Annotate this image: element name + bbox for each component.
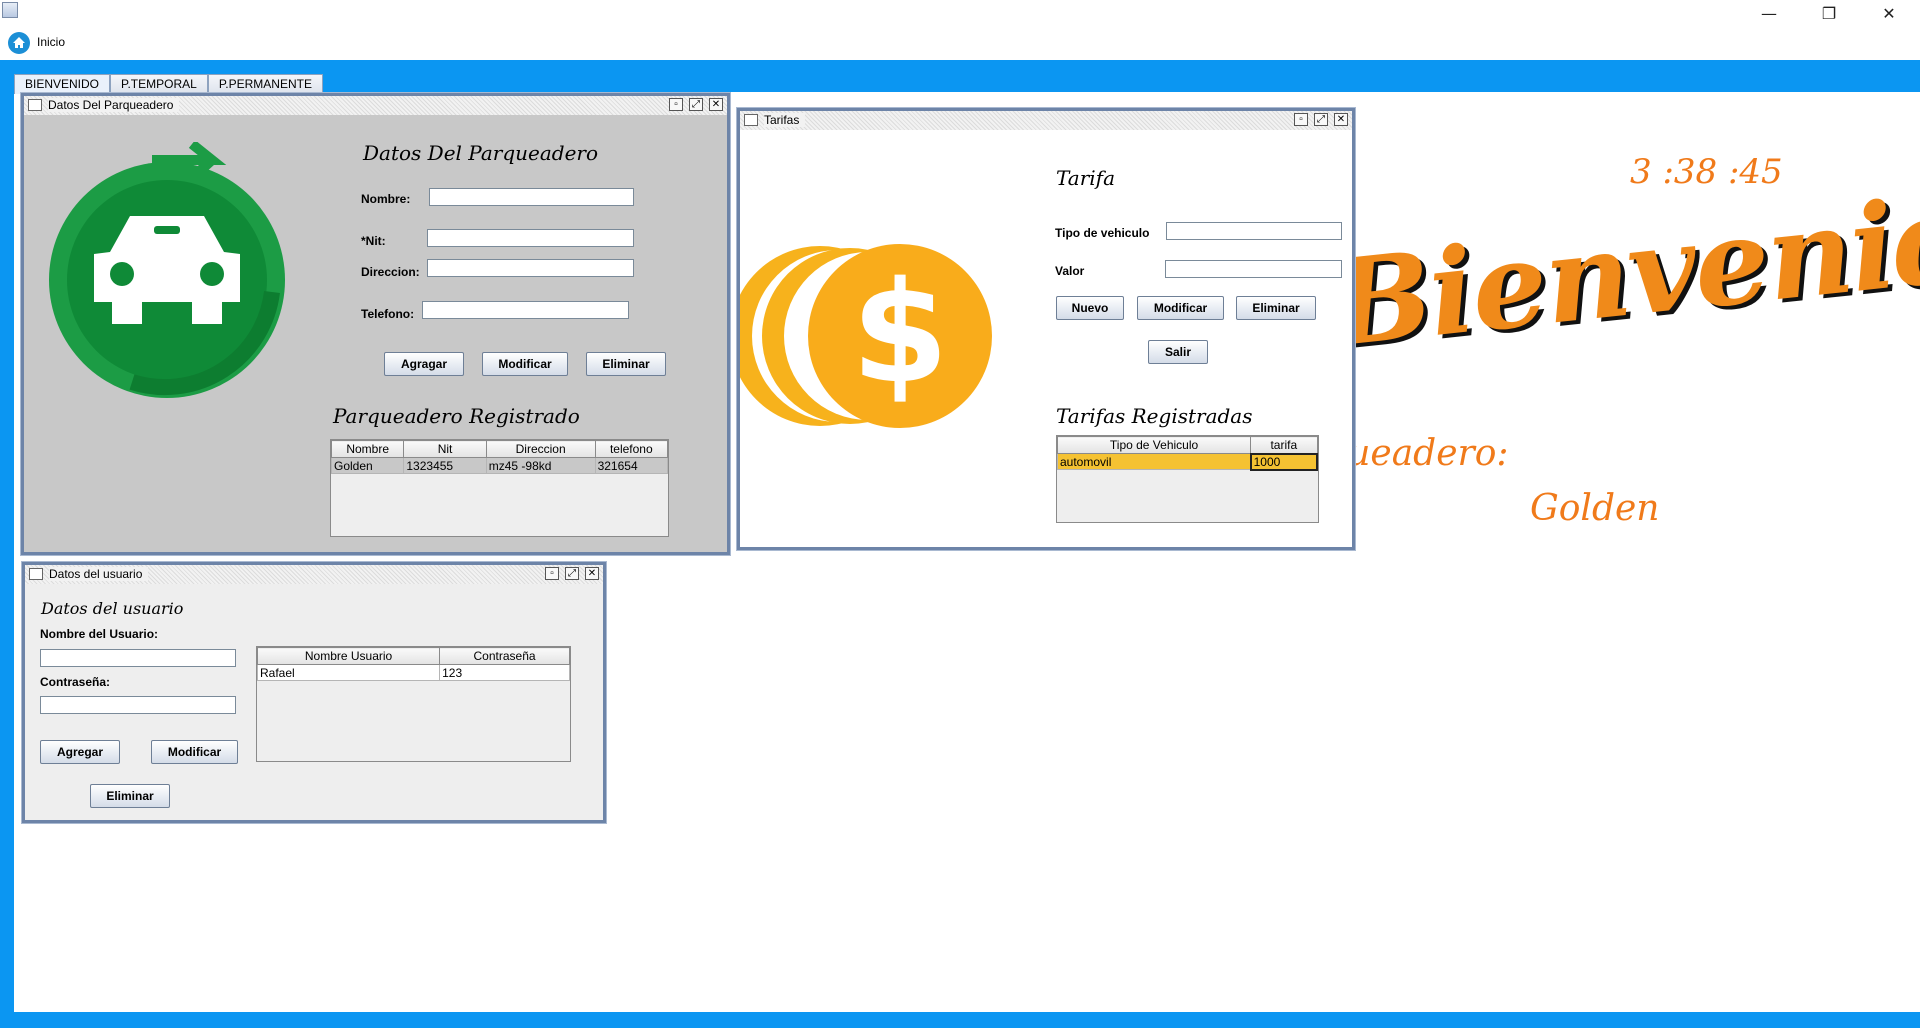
column-header[interactable]: Nit <box>403 440 487 458</box>
close-icon[interactable]: ✕ <box>1334 113 1348 126</box>
maximize-icon[interactable]: ⤢ <box>1314 113 1328 126</box>
tarifas-table-container: Tipo de Vehiculo tarifa automovil 1000 <box>1056 435 1319 523</box>
column-header[interactable]: Contraseña <box>439 647 570 665</box>
modificar-button[interactable]: Modificar <box>482 352 568 376</box>
tab-bienvenido[interactable]: BIENVENIDO <box>14 74 111 94</box>
column-header[interactable]: Nombre <box>330 440 405 458</box>
agregar-button[interactable]: Agragar <box>384 352 464 376</box>
eliminar-button[interactable]: Eliminar <box>1236 296 1316 320</box>
window-title: Datos del usuario <box>49 567 149 581</box>
tab-strip: BIENVENIDO P.TEMPORAL P.PERMANENTE <box>14 74 323 94</box>
dollar-coin-icon: $ <box>740 244 992 428</box>
tarifas-window: Tarifas ▫ ⤢ ✕ $ Tarifa Tipo de vehiculo … <box>737 108 1355 550</box>
cell-nit[interactable]: 1323455 <box>403 457 487 474</box>
column-header[interactable]: tarifa <box>1250 436 1318 454</box>
tarifas-titlebar[interactable]: Tarifas ▫ ⤢ ✕ <box>740 111 1352 130</box>
tarifa-heading: Tarifa <box>1056 166 1115 190</box>
tab-p-temporal[interactable]: P.TEMPORAL <box>110 74 208 94</box>
valor-input[interactable] <box>1165 260 1342 278</box>
table-row[interactable]: automovil 1000 <box>1056 452 1319 471</box>
app-titlebar <box>0 0 1920 30</box>
window-icon <box>28 99 42 111</box>
window-icon <box>744 114 758 126</box>
column-header[interactable]: Nombre Usuario <box>256 647 441 665</box>
nuevo-button[interactable]: Nuevo <box>1056 296 1124 320</box>
home-icon[interactable] <box>8 32 30 54</box>
table-row[interactable]: Rafael 123 <box>256 664 570 681</box>
close-button[interactable]: ✕ <box>1860 0 1918 26</box>
cell-telefono[interactable]: 321654 <box>594 457 669 474</box>
telefono-label: Telefono: <box>361 307 415 321</box>
usuario-heading: Datos del usuario <box>41 599 184 618</box>
parqueadero-table: Nombre Nit Direccion telefono Golden 132… <box>330 440 669 474</box>
iconify-icon[interactable]: ▫ <box>669 98 683 111</box>
java-app-icon <box>2 2 18 18</box>
column-header[interactable]: Direccion <box>485 440 596 458</box>
cell-nombre-usuario[interactable]: Rafael <box>256 664 441 681</box>
eliminar-button[interactable]: Eliminar <box>586 352 666 376</box>
agregar-button[interactable]: Agregar <box>40 740 120 764</box>
restore-button[interactable]: ❐ <box>1800 0 1858 26</box>
menu-inicio[interactable]: Inicio <box>37 35 65 49</box>
window-title: Tarifas <box>764 113 806 127</box>
iconify-icon[interactable]: ▫ <box>1294 113 1308 126</box>
close-icon[interactable]: ✕ <box>585 567 599 580</box>
direccion-label: Direccion: <box>361 265 420 279</box>
valor-label: Valor <box>1055 264 1085 278</box>
maximize-icon[interactable]: ⤢ <box>689 98 703 111</box>
parking-name: Golden <box>1530 488 1660 529</box>
modificar-button[interactable]: Modificar <box>151 740 238 764</box>
minimize-button[interactable]: — <box>1740 0 1798 26</box>
nombre-input[interactable] <box>429 188 634 206</box>
usuario-window: Datos del usuario ▫ ⤢ ✕ Datos del usuari… <box>22 562 606 823</box>
nombre-usuario-input[interactable] <box>40 649 236 667</box>
cell-nombre[interactable]: Golden <box>330 457 405 474</box>
parqueadero-table-heading: Parqueadero Registrado <box>333 404 580 428</box>
cell-direccion[interactable]: mz45 -98kd <box>485 457 596 474</box>
parking-label: rueadero: <box>1330 433 1509 474</box>
contrasena-label: Contraseña: <box>40 675 111 689</box>
nombre-label: Nombre: <box>361 192 411 206</box>
eliminar-button[interactable]: Eliminar <box>90 784 170 808</box>
tarifas-table: Tipo de Vehiculo tarifa automovil 1000 <box>1056 436 1319 471</box>
column-header[interactable]: telefono <box>594 440 669 458</box>
nit-input[interactable] <box>427 229 634 247</box>
window-title: Datos Del Parqueadero <box>48 98 180 112</box>
tipo-vehiculo-label: Tipo de vehiculo <box>1055 226 1150 240</box>
maximize-icon[interactable]: ⤢ <box>565 567 579 580</box>
tipo-vehiculo-input[interactable] <box>1166 222 1342 240</box>
nit-label: *Nit: <box>361 234 386 248</box>
direccion-input[interactable] <box>427 259 634 277</box>
usuario-table: Nombre Usuario Contraseña Rafael 123 <box>256 647 570 681</box>
cell-contrasena[interactable]: 123 <box>439 664 570 681</box>
svg-text:$: $ <box>851 252 948 415</box>
parqueadero-titlebar[interactable]: Datos Del Parqueadero ▫ ⤢ ✕ <box>24 96 727 115</box>
usuario-titlebar[interactable]: Datos del usuario ▫ ⤢ ✕ <box>25 565 603 584</box>
close-icon[interactable]: ✕ <box>709 98 723 111</box>
parqueadero-heading: Datos Del Parqueadero <box>363 141 599 165</box>
window-icon <box>29 568 43 580</box>
column-header[interactable]: Tipo de Vehiculo <box>1056 436 1252 454</box>
menu-bar <box>0 30 1920 60</box>
cell-tipo[interactable]: automovil <box>1056 453 1252 470</box>
telefono-input[interactable] <box>422 301 629 319</box>
parqueadero-window: Datos Del Parqueadero ▫ ⤢ ✕ Datos Del Pa… <box>21 93 730 555</box>
modificar-button[interactable]: Modificar <box>1137 296 1224 320</box>
table-row[interactable]: Golden 1323455 mz45 -98kd 321654 <box>330 457 669 474</box>
cell-tarifa[interactable]: 1000 <box>1249 452 1319 471</box>
tarifas-table-heading: Tarifas Registradas <box>1056 404 1253 428</box>
usuario-table-container: Nombre Usuario Contraseña Rafael 123 <box>256 646 571 762</box>
tab-p-permanente[interactable]: P.PERMANENTE <box>207 74 323 94</box>
contrasena-input[interactable] <box>40 696 236 714</box>
car-logo-icon <box>49 142 285 398</box>
salir-button[interactable]: Salir <box>1148 340 1208 364</box>
clock-display: 3 :38 :45 <box>1630 152 1783 192</box>
nombre-usuario-label: Nombre del Usuario: <box>40 627 159 641</box>
iconify-icon[interactable]: ▫ <box>545 567 559 580</box>
parqueadero-table-container: Nombre Nit Direccion telefono Golden 132… <box>330 439 669 537</box>
